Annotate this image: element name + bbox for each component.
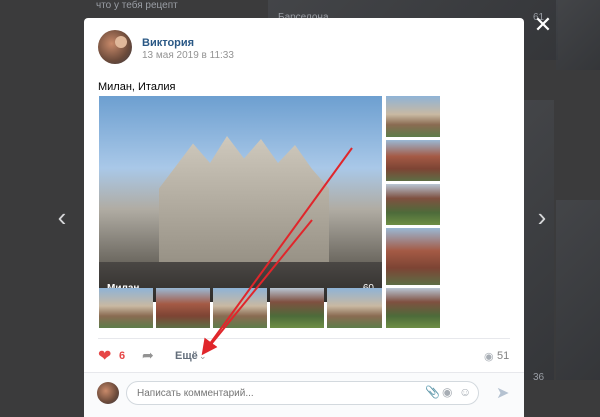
background-photo [524, 100, 554, 380]
photo-thumbnail[interactable] [386, 288, 440, 328]
chevron-down-icon[interactable]: ⌄ [199, 351, 207, 362]
background-caption: что у тебя рецепт [96, 0, 178, 11]
eye-icon: ◉ [484, 351, 494, 363]
background-photo [556, 0, 600, 70]
commenter-avatar [97, 382, 119, 404]
photo-thumbnail[interactable] [156, 288, 210, 328]
photo-thumbnail[interactable] [327, 288, 382, 328]
photo-thumbnail[interactable] [386, 184, 440, 225]
background-photo [556, 200, 600, 380]
prev-photo-button[interactable]: ‹ [52, 202, 72, 232]
main-photo[interactable]: Милан 60 [99, 96, 382, 302]
photo-thumbnail[interactable] [99, 288, 153, 328]
chevron-left-icon: ‹ [57, 202, 67, 232]
photo-thumbnail[interactable] [386, 140, 440, 181]
camera-icon[interactable]: ◉ [442, 385, 452, 399]
photo-thumbnail[interactable] [213, 288, 267, 328]
send-icon[interactable]: ➤ [496, 383, 509, 403]
post-text: Милан, Италия [98, 81, 176, 93]
heart-icon[interactable]: ❤ [98, 346, 111, 366]
paperclip-icon[interactable]: 📎 [425, 385, 440, 399]
more-button[interactable]: Ещё [175, 350, 198, 362]
background-caption: 36 [533, 372, 545, 383]
like-count[interactable]: 6 [119, 350, 125, 362]
close-icon: ✕ [533, 12, 553, 37]
next-photo-button[interactable]: › [532, 202, 552, 232]
smile-icon[interactable]: ☺ [459, 385, 471, 399]
author-avatar[interactable] [98, 30, 132, 64]
post-date[interactable]: 13 мая 2019 в 11:33 [142, 50, 234, 61]
photo-thumbnail[interactable] [386, 228, 440, 285]
chevron-right-icon: › [537, 202, 547, 232]
author-name[interactable]: Виктория [142, 37, 194, 49]
photo-thumbnail[interactable] [270, 288, 324, 328]
share-icon[interactable]: ➦ [142, 347, 154, 364]
photo-thumbnail[interactable] [386, 96, 440, 137]
close-button[interactable]: ✕ [532, 14, 554, 36]
comment-bar: 📎 ◉ ☺ ➤ [84, 372, 524, 417]
divider [98, 338, 510, 339]
view-count: 51 [497, 350, 510, 362]
post-modal: Виктория 13 мая 2019 в 11:33 Милан, Итал… [84, 18, 524, 417]
